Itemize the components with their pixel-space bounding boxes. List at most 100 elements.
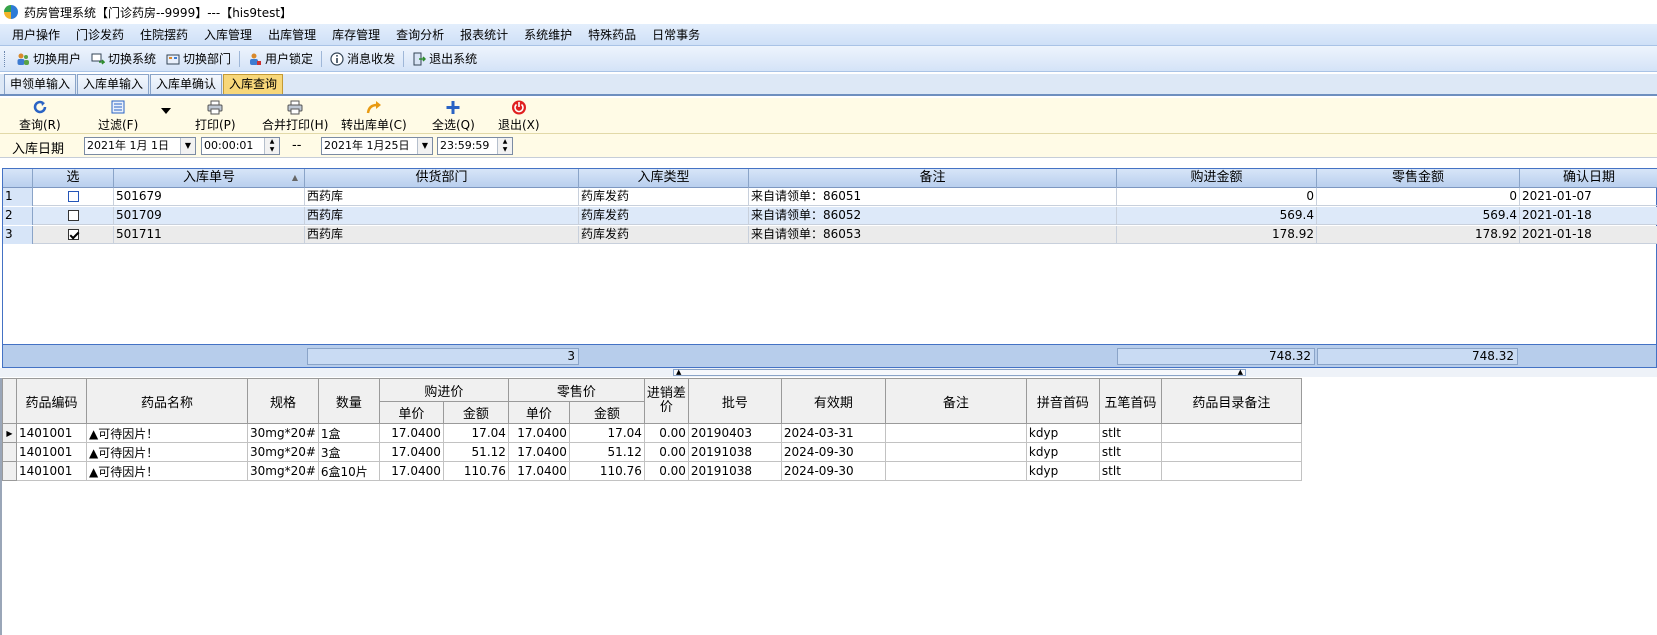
table-row[interactable]: 3 501711 西药库 药库发药 来自请领单：86053 178.92 178… (3, 226, 1657, 244)
menu-user-ops[interactable]: 用户操作 (4, 24, 68, 46)
menu-inpatient-dispense[interactable]: 住院摆药 (132, 24, 196, 46)
query-button[interactable]: 查询(R) (19, 100, 61, 133)
receipt-no-cell: 501709 (114, 207, 305, 225)
splitter-handle[interactable]: ▲ ▲ (673, 369, 1246, 376)
switch-dept-button[interactable]: 切换部门 (161, 48, 236, 70)
expiry-cell: 2024-09-30 (780, 461, 886, 481)
receipt-totals-bar: 3 748.32 748.32 (2, 344, 1657, 368)
lock-user-button[interactable]: 用户锁定 (243, 48, 318, 70)
retail-amount-cell: 569.4 (1317, 207, 1520, 225)
purchase-price-group-header: 购进价 (378, 378, 509, 402)
type-cell: 药库发药 (579, 226, 749, 244)
triangle-down-icon (161, 108, 171, 114)
col-type-header[interactable]: 入库类型 (579, 169, 749, 188)
app-logo-icon (4, 5, 18, 19)
table-row[interactable]: ▶ 1401001 ▲可待因片！ 30mg*20# 1盒 17.0400 17.… (2, 423, 1302, 443)
col-receipt-no-header[interactable]: 入库单号 ▲ (114, 169, 305, 188)
col-drug-code-header[interactable]: 药品编码 (16, 378, 87, 424)
col-purchase-amount-header[interactable]: 金额 (442, 401, 509, 424)
date-filter-label: 入库日期 (12, 142, 65, 157)
end-date-picker[interactable]: 2021年 1月25日 ▼ (321, 137, 433, 155)
retail-price-group-header: 零售价 (507, 378, 645, 402)
end-time-spinner[interactable]: 23:59:59 ▲ ▼ (437, 137, 513, 155)
retail-unit-price-cell: 17.0400 (507, 423, 570, 443)
col-quantity-header[interactable]: 数量 (317, 378, 380, 424)
price-diff-cell: 0.00 (643, 442, 689, 462)
chevron-down-icon[interactable]: ▼ (180, 138, 195, 154)
panel-splitter[interactable]: ▲ ▲ (0, 368, 1657, 377)
tab-receipt-confirm[interactable]: 入库单确认 (150, 74, 223, 94)
table-row[interactable]: 2 501709 西药库 药库发药 来自请领单：86052 569.4 569.… (3, 207, 1657, 225)
filter-dropdown-button[interactable] (161, 108, 171, 114)
col-purchase-amount-header[interactable]: 购进金额 (1117, 169, 1317, 188)
exit-door-icon (413, 52, 427, 65)
lock-user-label: 用户锁定 (265, 52, 314, 66)
table-row[interactable]: 1 501679 西药库 药库发药 来自请领单：86051 0 0 2021-0… (3, 188, 1657, 206)
menu-outpatient-dispense[interactable]: 门诊发药 (68, 24, 132, 46)
tab-receipt-input[interactable]: 入库单输入 (77, 74, 150, 94)
menu-system-maintenance[interactable]: 系统维护 (516, 24, 580, 46)
col-wubi-header[interactable]: 五笔首码 (1098, 378, 1162, 424)
col-catalog-note-header[interactable]: 药品目录备注 (1160, 378, 1302, 424)
col-expiry-header[interactable]: 有效期 (780, 378, 886, 424)
receipt-grid-header: 选 入库单号 ▲ 供货部门 入库类型 备注 购进金额 零售金额 确认日期 (3, 169, 1657, 188)
start-date-picker[interactable]: 2021年 1月 1日 ▼ (84, 137, 196, 155)
price-diff-cell: 0.00 (643, 461, 689, 481)
row-select-checkbox[interactable] (67, 229, 79, 240)
row-number: 1 (3, 188, 33, 206)
table-row[interactable]: 1401001 ▲可待因片！ 30mg*20# 6盒10片 17.0400 11… (2, 461, 1302, 481)
quantity-cell: 1盒 (317, 423, 380, 443)
type-cell: 药库发药 (579, 188, 749, 206)
col-price-diff-header[interactable]: 进销差价 (643, 378, 689, 424)
menu-stock-out[interactable]: 出库管理 (260, 24, 324, 46)
toolbar-grip[interactable] (4, 50, 7, 67)
menu-inventory[interactable]: 库存管理 (324, 24, 388, 46)
date-filter-row: 入库日期 2021年 1月 1日 ▼ 00:00:01 ▲ ▼ -- 2021年 … (0, 134, 1657, 158)
select-all-button[interactable]: 全选(Q) (432, 100, 475, 133)
row-select-checkbox[interactable] (67, 191, 79, 202)
chevron-up-icon[interactable]: ▲ (676, 369, 681, 376)
col-retail-amount-header[interactable]: 零售金额 (1317, 169, 1520, 188)
col-drug-name-header[interactable]: 药品名称 (86, 378, 248, 424)
purchase-amount-cell: 0 (1117, 188, 1317, 206)
chevron-up-icon[interactable]: ▲ (1238, 369, 1243, 376)
merge-print-button[interactable]: 合并打印(H) (262, 100, 328, 133)
batch-cell: 20191038 (687, 442, 782, 462)
col-pinyin-header[interactable]: 拼音首码 (1025, 378, 1100, 424)
col-select-header[interactable]: 选 (33, 169, 114, 188)
exit-system-label: 退出系统 (429, 52, 478, 66)
chevron-down-icon[interactable]: ▼ (417, 138, 432, 154)
start-time-spinner[interactable]: 00:00:01 ▲ ▼ (201, 137, 280, 155)
row-select-checkbox[interactable] (67, 210, 79, 221)
col-batch-header[interactable]: 批号 (687, 378, 782, 424)
exit-button[interactable]: 退出(X) (498, 100, 540, 133)
table-row[interactable]: 1401001 ▲可待因片！ 30mg*20# 3盒 17.0400 51.12… (2, 442, 1302, 462)
tab-requisition-input[interactable]: 申领单输入 (4, 74, 77, 94)
filter-button[interactable]: 过滤(F) (98, 100, 138, 133)
menu-special-drugs[interactable]: 特殊药品 (580, 24, 644, 46)
tab-receipt-query[interactable]: 入库查询 (223, 74, 284, 94)
query-label: 查询(R) (19, 118, 61, 132)
exit-system-button[interactable]: 退出系统 (407, 48, 482, 70)
switch-system-button[interactable]: 切换系统 (86, 48, 161, 70)
switch-user-button[interactable]: 切换用户 (11, 48, 86, 70)
col-note-header[interactable]: 备注 (749, 169, 1117, 188)
row-select-cell (33, 188, 114, 206)
menu-stock-in[interactable]: 入库管理 (196, 24, 260, 46)
printer-icon (287, 100, 303, 115)
menu-daily-affairs[interactable]: 日常事务 (644, 24, 708, 46)
col-spec-header[interactable]: 规格 (247, 378, 319, 424)
menu-reports[interactable]: 报表统计 (452, 24, 516, 46)
col-retail-unit-price-header[interactable]: 单价 (507, 401, 570, 424)
spinner-arrows-icon[interactable]: ▲ ▼ (497, 138, 512, 154)
menu-query-analysis[interactable]: 查询分析 (388, 24, 452, 46)
col-retail-amount-header[interactable]: 金额 (568, 401, 645, 424)
export-button[interactable]: 转出库单(C) (341, 100, 407, 133)
col-purchase-unit-price-header[interactable]: 单价 (378, 401, 444, 424)
print-button[interactable]: 打印(P) (195, 100, 236, 133)
col-note-header[interactable]: 备注 (884, 378, 1027, 424)
messages-button[interactable]: 消息收发 (325, 48, 400, 70)
spinner-arrows-icon[interactable]: ▲ ▼ (264, 138, 279, 154)
col-supplier-header[interactable]: 供货部门 (305, 169, 579, 188)
col-confirm-date-header[interactable]: 确认日期 (1520, 169, 1657, 188)
